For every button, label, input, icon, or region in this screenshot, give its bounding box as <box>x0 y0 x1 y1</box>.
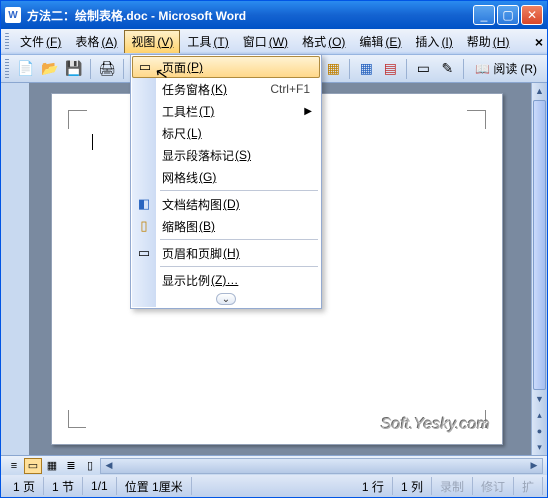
reading-view-icon[interactable]: ▯ <box>81 458 99 474</box>
menu-item-thumbnails[interactable]: ▯ 缩略图(B) <box>132 215 320 237</box>
text-caret <box>92 134 93 150</box>
scroll-left-icon[interactable]: ◀ <box>101 460 117 471</box>
menu-insert[interactable]: 插入(I) <box>408 30 459 53</box>
next-page-icon[interactable]: ▾ <box>532 439 547 455</box>
status-page: 1 页 <box>5 477 44 495</box>
scroll-up-icon[interactable]: ▲ <box>532 83 547 99</box>
status-section: 1 节 <box>44 477 83 495</box>
vertical-scrollbar[interactable]: ▲ ▼ ▴ ● ▾ <box>531 83 547 455</box>
browse-object-icon[interactable]: ● <box>532 423 547 439</box>
outline-view-icon[interactable]: ≣ <box>62 458 80 474</box>
open-icon[interactable]: 📂 <box>39 58 61 80</box>
menu-item-gridlines[interactable]: 网格线(G) <box>132 166 320 188</box>
menu-file[interactable]: 文件(F) <box>13 30 68 53</box>
menu-item-header-footer[interactable]: ▭ 页眉和页脚(H) <box>132 242 320 264</box>
toolbar-grip[interactable] <box>5 59 9 79</box>
menu-help[interactable]: 帮助(H) <box>460 30 517 53</box>
menu-format[interactable]: 格式(O) <box>295 30 352 53</box>
left-gutter <box>1 83 29 455</box>
app-icon: W <box>5 7 21 23</box>
reading-button[interactable]: 📖 阅读(R) <box>469 58 543 80</box>
table-icon[interactable]: ▦ <box>355 58 377 80</box>
scroll-down-icon[interactable]: ▼ <box>532 391 547 407</box>
menu-item-paragraph-marks[interactable]: 显示段落标记(S) <box>132 144 320 166</box>
save-icon[interactable]: 💾 <box>63 58 85 80</box>
status-position: 位置 1厘米 <box>117 477 192 495</box>
status-col: 1 列 <box>393 477 432 495</box>
maximize-button[interactable]: ▢ <box>497 5 519 25</box>
menu-view[interactable]: 视图(V) <box>124 30 180 53</box>
menu-item-toolbars[interactable]: 工具栏(T) ▶ <box>132 100 320 122</box>
close-button[interactable]: ✕ <box>521 5 543 25</box>
menu-tools[interactable]: 工具(T) <box>180 30 235 53</box>
prev-page-icon[interactable]: ▴ <box>532 407 547 423</box>
menu-window[interactable]: 窗口(W) <box>236 30 295 53</box>
view-dropdown-menu: ▭ 页面(P) 任务窗格(K) Ctrl+F1 工具栏(T) ▶ 标尺(L) 显… <box>130 54 322 309</box>
menubar-grip[interactable] <box>5 33 9 51</box>
horizontal-scrollbar[interactable]: ◀ ▶ <box>100 458 543 474</box>
drawing-icon[interactable]: ✎ <box>436 58 458 80</box>
menubar: 文件(F) 表格(A) 视图(V) 工具(T) 窗口(W) 格式(O) 编辑(E… <box>1 29 547 55</box>
status-ext: 扩 <box>514 477 543 495</box>
titlebar: W 方法二：绘制表格.doc - Microsoft Word _ ▢ ✕ <box>1 1 547 29</box>
menu-edit[interactable]: 编辑(E) <box>352 30 408 53</box>
menu-table[interactable]: 表格(A) <box>68 30 124 53</box>
menu-expand-button[interactable]: ⌄ <box>132 291 320 307</box>
menu-item-zoom[interactable]: 显示比例(Z)… <box>132 269 320 291</box>
chevron-down-icon: ⌄ <box>216 293 236 305</box>
columns-icon[interactable]: ▦ <box>322 58 344 80</box>
chart-icon[interactable]: ▤ <box>379 58 401 80</box>
doc-close-button[interactable]: × <box>535 34 543 50</box>
web-layout-view-icon[interactable]: ▦ <box>43 458 61 474</box>
status-pages: 1/1 <box>83 477 117 495</box>
scroll-thumb[interactable] <box>533 100 546 390</box>
status-rev: 修订 <box>473 477 514 495</box>
status-rec: 录制 <box>432 477 473 495</box>
menu-item-document-map[interactable]: ◧ 文档结构图(D) <box>132 193 320 215</box>
statusbar: 1 页 1 节 1/1 位置 1厘米 1 行 1 列 录制 修订 扩 <box>1 475 547 497</box>
new-doc-icon[interactable]: 📄 <box>15 58 37 80</box>
status-line: 1 行 <box>354 477 393 495</box>
window-title: 方法二：绘制表格.doc - Microsoft Word <box>27 7 473 24</box>
scroll-right-icon[interactable]: ▶ <box>526 460 542 471</box>
hf-icon: ▭ <box>135 244 153 262</box>
page-icon: ▭ <box>136 58 154 76</box>
menu-item-ruler[interactable]: 标尺(L) <box>132 122 320 144</box>
print-layout-view-icon[interactable]: ▭ <box>24 458 42 474</box>
book-icon: 📖 <box>475 62 490 76</box>
watermark: Soft.Yesky.com <box>381 416 490 434</box>
docmap-icon: ◧ <box>135 195 153 213</box>
minimize-button[interactable]: _ <box>473 5 495 25</box>
print-icon[interactable]: 🖨 <box>96 58 118 80</box>
border-icon[interactable]: ▭ <box>412 58 434 80</box>
normal-view-icon[interactable]: ≡ <box>5 458 23 474</box>
submenu-arrow-icon: ▶ <box>304 106 312 117</box>
view-toolbar: ≡ ▭ ▦ ≣ ▯ ◀ ▶ <box>1 455 547 475</box>
thumb-icon: ▯ <box>135 217 153 235</box>
